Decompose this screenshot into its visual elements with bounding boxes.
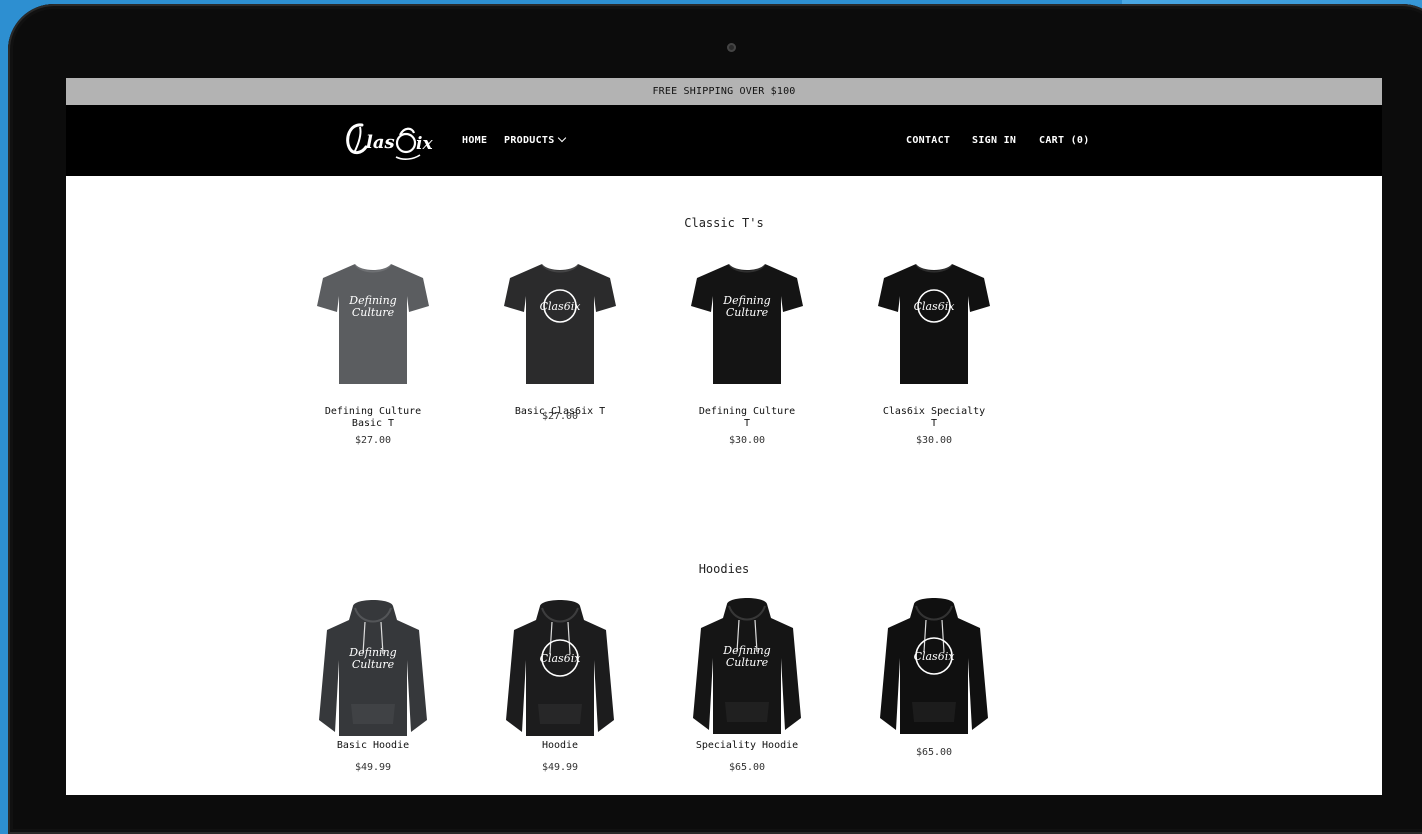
product-price: $27.00 [354, 435, 392, 446]
product-card[interactable]: Clas6ix Basic Clas6ix T $27.00 [490, 260, 630, 422]
chevron-down-icon [557, 133, 566, 143]
tshirt-image[interactable]: Clas6ix [502, 260, 618, 388]
nav-products[interactable]: PRODUCTS [504, 133, 566, 146]
product-name-line2[interactable]: T [677, 418, 817, 430]
product-card[interactable]: Clas6ix [864, 598, 1004, 738]
promo-banner: FREE SHIPPING OVER $100 [66, 78, 1382, 105]
product-name[interactable]: Defining Culture [303, 406, 443, 418]
brand-logo[interactable]: las ix [340, 115, 434, 165]
product-name[interactable]: Speciality Hoodie [677, 740, 817, 752]
site-header: las ix HOME PRODUCTS CONTACT SIGN IN CAR… [66, 105, 1382, 176]
hoodie-image[interactable]: Defining Culture [315, 600, 431, 740]
hoodie-image[interactable]: Defining Culture [689, 598, 805, 738]
product-price: $49.99 [541, 762, 579, 773]
product-price: $30.00 [915, 435, 953, 446]
nav-cart[interactable]: CART (0) [1039, 135, 1090, 146]
product-price: $65.00 [915, 747, 953, 758]
tshirt-image[interactable]: Clas6ix [876, 260, 992, 388]
svg-text:Culture: Culture [726, 656, 769, 669]
product-card[interactable]: Defining Culture [677, 598, 817, 738]
product-card[interactable]: Defining Culture Defining Culture T $30.00 [677, 260, 817, 446]
product-card[interactable]: Defining Culture [303, 600, 443, 740]
tshirt-image[interactable]: Defining Culture [315, 260, 431, 388]
svg-text:Clas6ix: Clas6ix [540, 652, 582, 665]
product-price: $49.99 [354, 762, 392, 773]
product-card[interactable]: Clas6ix Clas6ix Specialty T $30.00 [864, 260, 1004, 446]
nav-products-label: PRODUCTS [504, 135, 555, 146]
svg-text:Clas6ix: Clas6ix [914, 650, 956, 663]
nav-contact[interactable]: CONTACT [906, 135, 950, 146]
product-name[interactable]: Defining Culture [677, 406, 817, 418]
svg-text:Culture: Culture [352, 658, 395, 671]
nav-sign-in[interactable]: SIGN IN [972, 135, 1016, 146]
product-card[interactable]: Defining Culture Defining Culture Basic T $… [303, 260, 443, 446]
svg-text:Culture: Culture [726, 306, 769, 319]
product-name-line2[interactable]: Basic T [303, 418, 443, 430]
hoodie-image[interactable]: Clas6ix [502, 600, 618, 740]
product-price: $65.00 [728, 762, 766, 773]
website-screen: FREE SHIPPING OVER $100 las ix HOME PROD… [66, 78, 1382, 795]
hoodie-image[interactable]: Clas6ix [876, 598, 992, 738]
svg-text:Culture: Culture [352, 306, 395, 319]
tshirt-image[interactable]: Defining Culture [689, 260, 805, 388]
product-name[interactable]: Hoodie [490, 740, 630, 752]
section-title-tees: Classic T's [684, 216, 764, 230]
product-name-line2[interactable]: T [864, 418, 1004, 430]
svg-text:Clas6ix: Clas6ix [540, 300, 582, 313]
nav-home[interactable]: HOME [462, 135, 487, 146]
product-price: $27.00 [541, 411, 579, 422]
svg-text:las: las [366, 132, 395, 153]
svg-text:ix: ix [416, 134, 433, 154]
product-name[interactable]: Clas6ix Specialty [864, 406, 1004, 418]
webcam-icon [727, 43, 736, 52]
section-title-hoodies: Hoodies [698, 562, 750, 576]
product-name[interactable]: Basic Hoodie [303, 740, 443, 752]
product-price: $30.00 [728, 435, 766, 446]
promo-text: FREE SHIPPING OVER $100 [652, 86, 796, 97]
svg-text:Clas6ix: Clas6ix [914, 300, 956, 313]
product-card[interactable]: Clas6ix [490, 600, 630, 740]
